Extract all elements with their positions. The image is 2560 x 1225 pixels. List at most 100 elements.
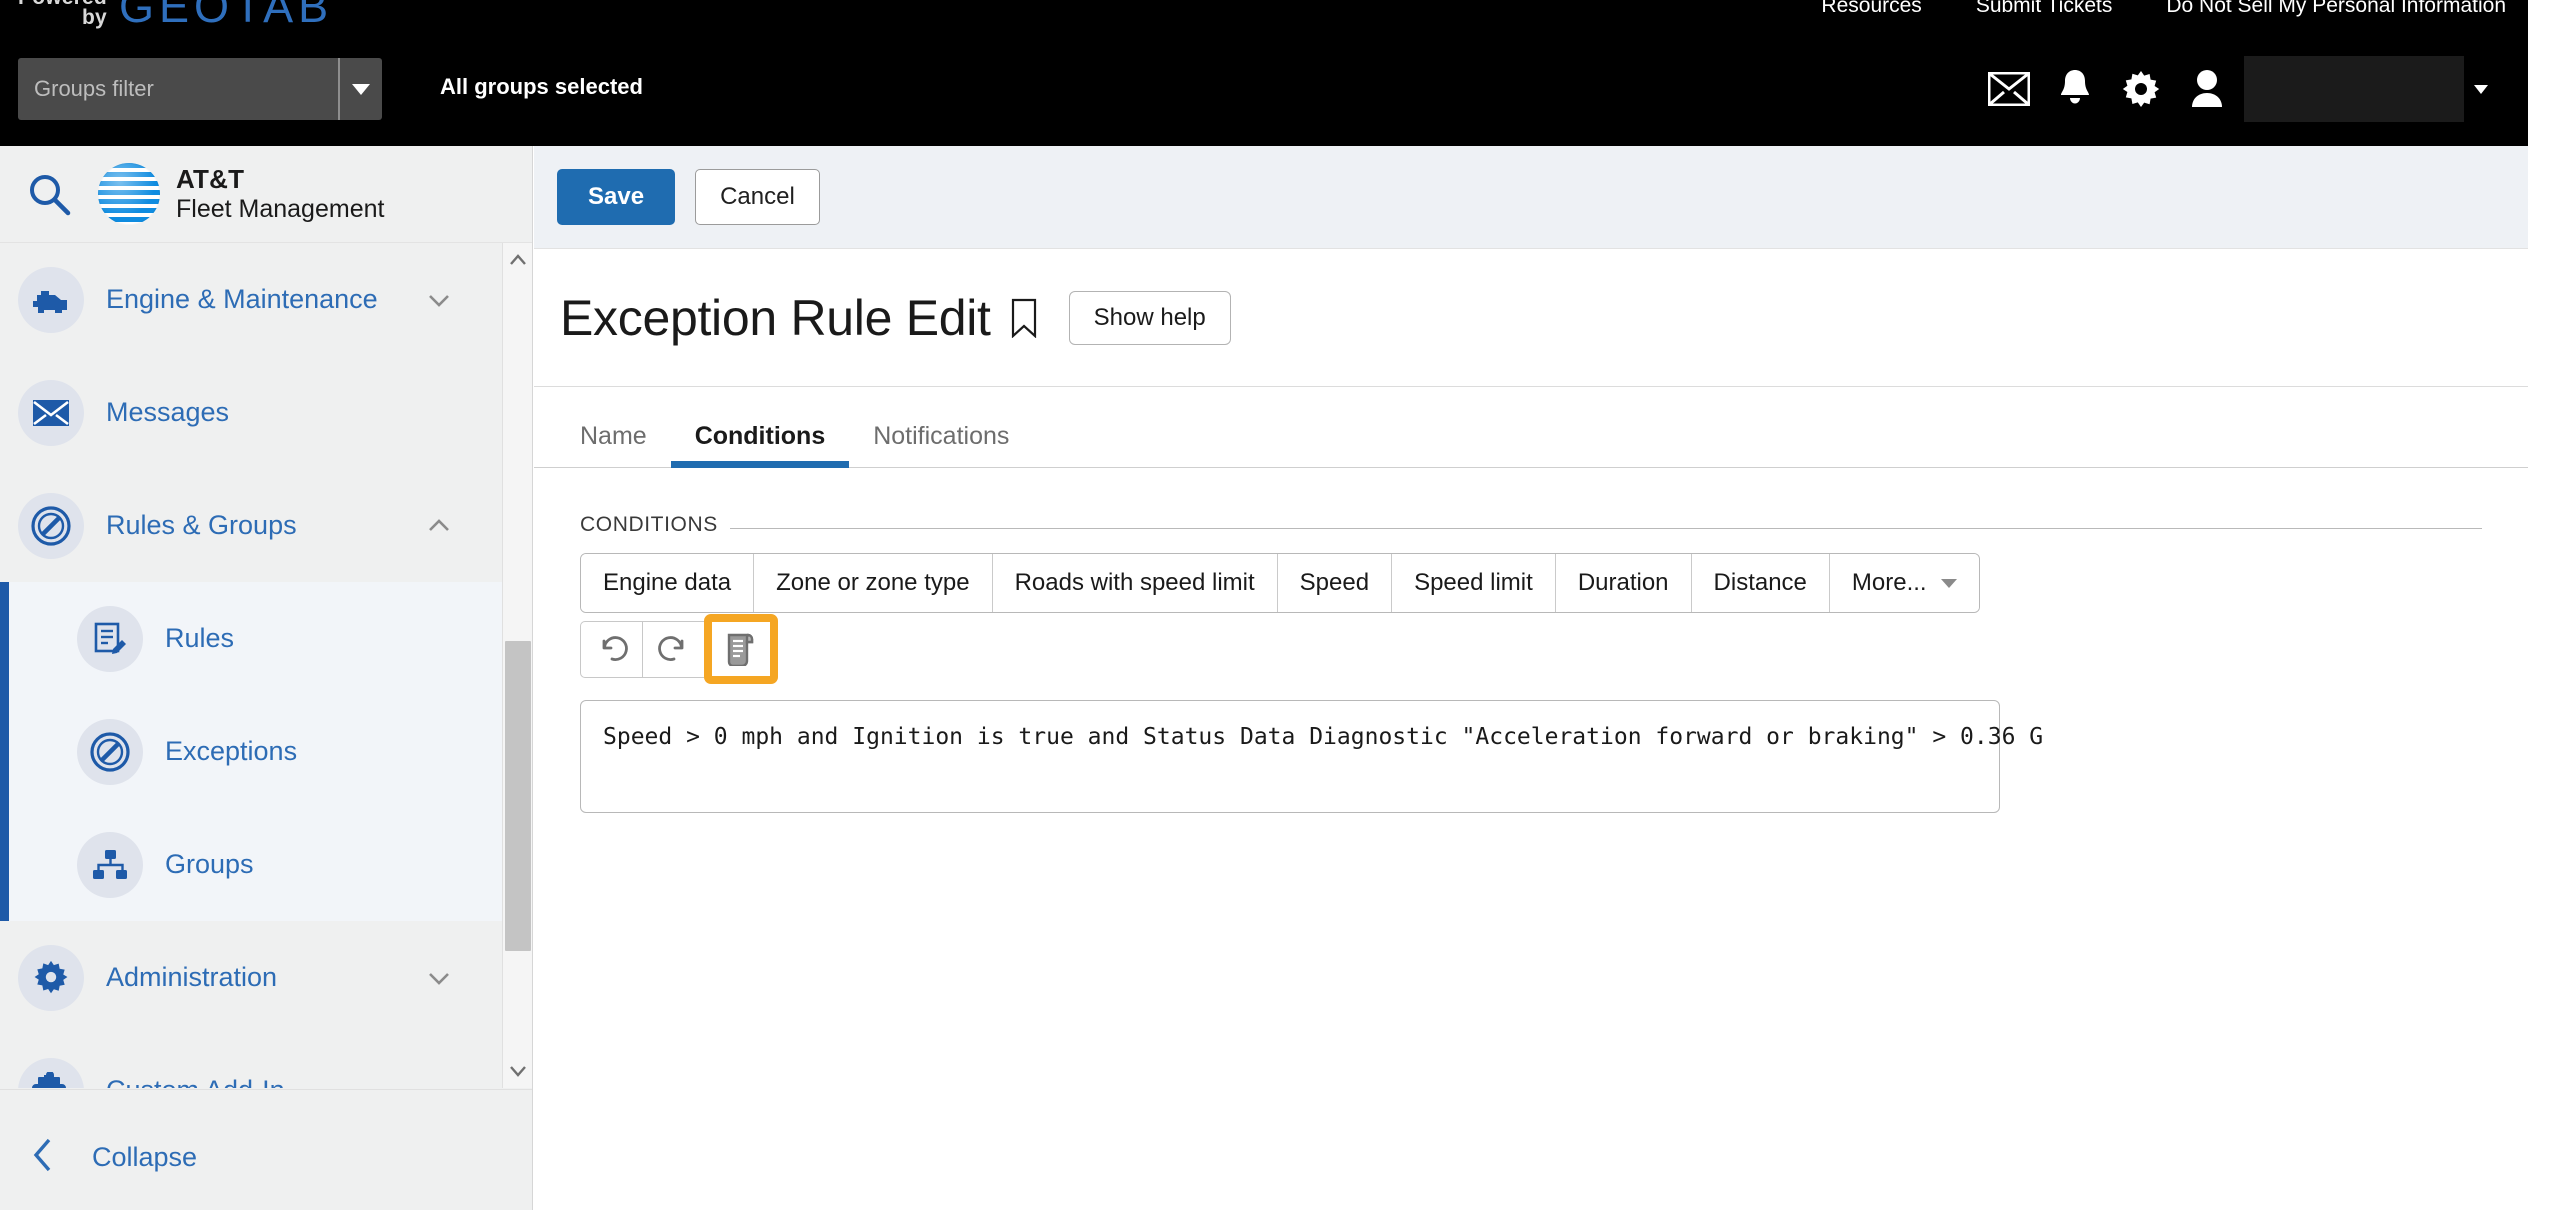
cancel-button[interactable]: Cancel (695, 169, 820, 225)
search-icon[interactable] (0, 146, 98, 243)
bell-icon[interactable] (2042, 56, 2108, 122)
scrollbar-thumb[interactable] (505, 641, 531, 951)
sidebar-item-rules-groups[interactable]: Rules & Groups (0, 469, 532, 582)
chevron-down-icon (1940, 578, 1957, 588)
chevron-left-icon (30, 1136, 56, 1179)
brand-text: AT&T Fleet Management (176, 164, 385, 223)
condition-type-button-group: Engine data Zone or zone type Roads with… (580, 553, 1980, 613)
gear-icon (18, 944, 84, 1011)
condition-button-zone-or-zone-type[interactable]: Zone or zone type (754, 554, 993, 612)
user-name-display[interactable] (2244, 56, 2464, 122)
chevron-down-icon[interactable] (426, 287, 452, 313)
chevron-down-icon (352, 83, 370, 95)
sidebar-item-label: Administration (106, 962, 278, 992)
tab-name[interactable]: Name (556, 422, 671, 467)
prohibited-icon (18, 492, 84, 559)
condition-button-duration[interactable]: Duration (1555, 554, 1692, 612)
att-fleet-brand: AT&T Fleet Management (98, 163, 384, 225)
chevron-up-icon[interactable] (426, 513, 452, 539)
fieldset-divider (580, 528, 2482, 529)
sidebar-item-label: Messages (106, 397, 230, 427)
sidebar-item-label: Rules & Groups (106, 510, 297, 540)
script-icon[interactable] (704, 614, 778, 684)
conditions-legend: CONDITIONS (580, 513, 730, 537)
brand-line-fleet-management: Fleet Management (176, 194, 385, 223)
sidebar-item-custom-add-in[interactable]: Custom Add-In (0, 1034, 532, 1088)
sidebar-item-groups[interactable]: Groups (9, 808, 532, 921)
groups-filter-input[interactable] (18, 58, 338, 120)
sidebar-item-engine-maintenance[interactable]: Engine & Maintenance (0, 243, 532, 356)
tab-bar: Name Conditions Notifications (534, 387, 2528, 468)
prohibited-icon (77, 718, 143, 785)
more-label: More... (1851, 569, 1927, 596)
sidebar-item-label: Exceptions (165, 736, 298, 766)
condition-button-distance[interactable]: Distance (1691, 554, 1830, 612)
org-tree-icon (77, 831, 143, 898)
app-root: Powered by GEOTAB Resources Submit Ticke… (0, 0, 2560, 1225)
condition-button-more[interactable]: More... (1829, 554, 1979, 612)
brand-line-att: AT&T (176, 164, 245, 195)
redo-icon[interactable] (642, 621, 704, 678)
condition-button-speed[interactable]: Speed (1277, 554, 1393, 612)
groups-filter[interactable] (18, 58, 382, 120)
rules-edit-icon (77, 605, 143, 672)
top-link-submit-tickets[interactable]: Submit Tickets (1976, 0, 2113, 18)
sidebar-subgroup-rules-groups: Rules Exceptions Groups (0, 582, 532, 921)
att-globe-icon (98, 163, 160, 225)
show-help-button[interactable]: Show help (1068, 290, 1231, 345)
undo-icon[interactable] (580, 621, 642, 678)
sidebar: AT&T Fleet Management Engine & Maintenan… (0, 146, 533, 1225)
page-right-margin (2528, 0, 2560, 1225)
collapse-label: Collapse (92, 1142, 198, 1172)
sidebar-item-rules[interactable]: Rules (9, 582, 532, 695)
condition-button-engine-data[interactable]: Engine data (581, 554, 755, 612)
sidebar-header: AT&T Fleet Management (0, 146, 532, 243)
condition-expression-text: Speed > 0 mph and Ignition is true and S… (603, 724, 2044, 750)
sidebar-item-administration[interactable]: Administration (0, 921, 532, 1034)
main-content: Save Cancel Exception Rule Edit Show hel… (534, 146, 2528, 1225)
page-bottom-margin (0, 1210, 2560, 1225)
sidebar-item-label: Engine & Maintenance (106, 284, 378, 314)
save-button[interactable]: Save (557, 169, 676, 225)
tab-conditions[interactable]: Conditions (670, 422, 850, 468)
page-title: Exception Rule Edit (560, 289, 991, 346)
puzzle-icon (18, 1057, 84, 1088)
conditions-fieldset: CONDITIONS Engine data Zone or zone type… (580, 513, 2482, 813)
sidebar-item-label: Custom Add-In (106, 1075, 285, 1088)
sidebar-collapse-button[interactable]: Collapse (0, 1089, 532, 1225)
geotab-logo: GEOTAB (118, 0, 334, 32)
condition-expression-box[interactable]: Speed > 0 mph and Ignition is true and S… (580, 700, 2044, 813)
engine-icon (18, 266, 84, 333)
mail-icon (18, 379, 84, 446)
chevron-down-icon[interactable] (426, 965, 452, 991)
top-link-resources[interactable]: Resources (1821, 0, 1921, 18)
conditions-panel: CONDITIONS Engine data Zone or zone type… (534, 468, 2528, 813)
tab-notifications[interactable]: Notifications (849, 422, 1033, 467)
top-nav-links: Resources Submit Tickets Do Not Sell My … (1821, 0, 2506, 18)
powered-by-label: Powered by (18, 0, 107, 28)
scroll-down-arrow-icon[interactable] (503, 1054, 532, 1088)
editor-toolbar (580, 614, 778, 684)
sidebar-item-exceptions[interactable]: Exceptions (9, 695, 532, 808)
user-menu-dropdown-button[interactable] (2464, 56, 2498, 122)
sidebar-item-label: Rules (165, 623, 235, 653)
all-groups-selected-label: All groups selected (440, 74, 643, 99)
action-bar: Save Cancel (534, 146, 2528, 249)
groups-filter-dropdown-button[interactable] (338, 58, 382, 120)
sidebar-scrollbar[interactable] (502, 243, 532, 1088)
user-icon[interactable] (2174, 56, 2240, 122)
powered-by-line2: by (82, 6, 107, 29)
bookmark-icon[interactable] (1009, 298, 1039, 338)
mail-icon[interactable] (1976, 56, 2042, 122)
gear-icon[interactable] (2108, 56, 2174, 122)
scroll-up-arrow-icon[interactable] (503, 243, 532, 277)
chevron-down-icon (2474, 84, 2488, 94)
top-link-do-not-sell[interactable]: Do Not Sell My Personal Information (2166, 0, 2506, 18)
sidebar-item-label: Groups (165, 849, 254, 879)
sidebar-item-messages[interactable]: Messages (0, 356, 532, 469)
top-bar-icons (1976, 56, 2498, 122)
title-row: Exception Rule Edit Show help (534, 249, 2528, 387)
condition-button-speed-limit[interactable]: Speed limit (1392, 554, 1556, 612)
top-bar: Powered by GEOTAB Resources Submit Ticke… (0, 0, 2528, 146)
condition-button-roads-with-speed-limit[interactable]: Roads with speed limit (992, 554, 1278, 612)
